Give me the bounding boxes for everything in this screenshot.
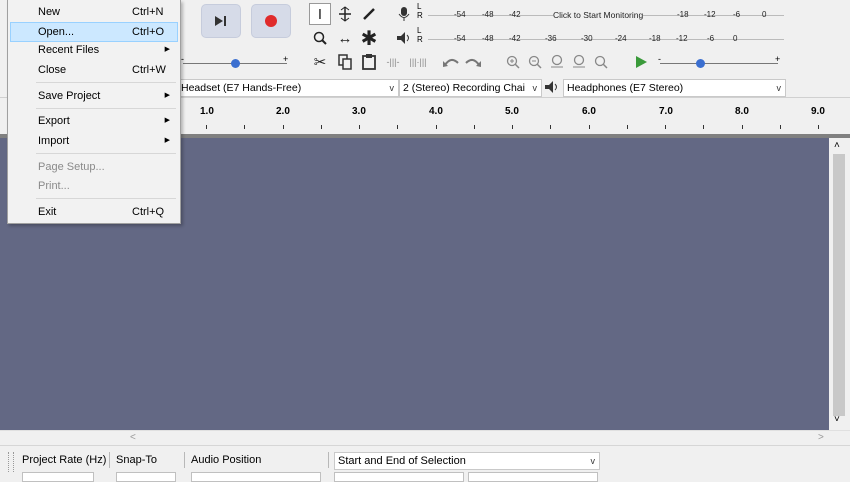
zoom-in-icon[interactable] xyxy=(502,51,524,73)
project-rate-field[interactable] xyxy=(22,472,94,482)
menu-item-page-setup[interactable]: Page Setup... xyxy=(10,157,178,177)
playback-speed-slider[interactable]: - + xyxy=(181,54,291,71)
speaker-device-icon xyxy=(544,80,560,97)
selection-start-field[interactable] xyxy=(334,472,464,482)
snap-to-label: Snap-To xyxy=(116,454,157,466)
scroll-right-icon[interactable]: > xyxy=(818,432,824,443)
zoom-toggle-icon[interactable] xyxy=(590,51,612,73)
cut-icon[interactable]: ✂ xyxy=(309,51,331,73)
selection-mode-select[interactable]: Start and End of Selection v xyxy=(334,452,600,470)
skip-end-icon xyxy=(215,16,226,26)
scroll-left-icon[interactable]: < xyxy=(130,432,136,443)
project-rate-label: Project Rate (Hz) xyxy=(22,454,107,466)
playback-meter[interactable]: -54 -48 -42 -36 -30 -24 -18 -12 -6 0 xyxy=(428,28,784,48)
submenu-arrow-icon: ▶ xyxy=(164,46,170,53)
speaker-icon[interactable] xyxy=(393,27,415,49)
record-meter[interactable]: -54 -48 -42 Click to Start Monitoring -1… xyxy=(428,4,784,24)
draw-tool-icon[interactable] xyxy=(358,3,380,25)
envelope-tool-icon[interactable] xyxy=(334,3,356,25)
multi-tool-icon[interactable]: ✱ xyxy=(358,27,380,50)
time-shift-tool-icon[interactable]: ↔ xyxy=(334,27,356,49)
undo-icon[interactable] xyxy=(440,51,462,73)
menu-item-recent-files[interactable]: Recent Files ▶ xyxy=(10,40,178,60)
silence-audio-icon[interactable]: |||·||| xyxy=(407,51,429,73)
redo-icon[interactable] xyxy=(462,51,484,73)
submenu-arrow-icon: ▶ xyxy=(164,92,170,99)
record-meter-lr: LR xyxy=(417,2,423,20)
playback-device-select[interactable]: Headphones (E7 Stereo) v xyxy=(563,79,786,97)
play-at-speed-icon[interactable] xyxy=(630,51,652,73)
record-meter-hint: Click to Start Monitoring xyxy=(553,10,644,20)
selection-toolbar: Project Rate (Hz) Snap-To Audio Position… xyxy=(0,445,850,482)
menu-item-save-project[interactable]: Save Project ▶ xyxy=(10,86,178,106)
menu-item-open[interactable]: Open... Ctrl+O xyxy=(10,22,178,42)
audio-position-label: Audio Position xyxy=(191,454,262,466)
play-meter-lr: LR xyxy=(417,26,423,44)
fit-project-icon[interactable] xyxy=(568,51,590,73)
vertical-scrollbar[interactable]: ˄ ˅ xyxy=(829,138,850,430)
skip-to-end-button[interactable] xyxy=(201,4,241,38)
copy-icon[interactable] xyxy=(334,51,356,73)
menu-item-close[interactable]: Close Ctrl+W xyxy=(10,60,178,80)
menu-item-print[interactable]: Print... xyxy=(10,176,178,196)
scroll-thumb[interactable] xyxy=(833,154,845,416)
audio-position-field[interactable] xyxy=(191,472,321,482)
scroll-down-icon[interactable]: ˅ xyxy=(834,414,840,425)
submenu-arrow-icon: ▶ xyxy=(164,117,170,124)
menu-item-exit[interactable]: Exit Ctrl+Q xyxy=(10,202,178,222)
menu-separator xyxy=(36,108,176,109)
record-icon xyxy=(265,15,277,27)
submenu-arrow-icon: ▶ xyxy=(164,137,170,144)
recording-channels-select[interactable]: 2 (Stereo) Recording Chai v xyxy=(399,79,542,97)
record-button[interactable] xyxy=(251,4,291,38)
paste-icon[interactable] xyxy=(358,51,380,73)
zoom-tool-icon[interactable] xyxy=(309,27,331,49)
selection-end-field[interactable] xyxy=(468,472,598,482)
menu-separator xyxy=(36,153,176,154)
menu-item-export[interactable]: Export ▶ xyxy=(10,111,178,131)
fit-selection-icon[interactable] xyxy=(546,51,568,73)
selection-tool-icon[interactable]: I xyxy=(309,3,331,25)
play-at-speed-slider[interactable]: - + xyxy=(658,54,782,71)
menu-separator xyxy=(36,82,176,83)
menu-item-new[interactable]: New Ctrl+N xyxy=(10,2,178,22)
snap-to-field[interactable] xyxy=(116,472,176,482)
trim-audio-icon[interactable]: -|||- xyxy=(382,51,404,73)
scroll-up-icon[interactable]: ˄ xyxy=(834,140,840,151)
zoom-out-icon[interactable] xyxy=(524,51,546,73)
menu-item-import[interactable]: Import ▶ xyxy=(10,131,178,151)
microphone-icon[interactable] xyxy=(393,3,415,25)
recording-device-select[interactable]: Headset (E7 Hands-Free) v xyxy=(177,79,399,97)
file-menu: New Ctrl+N Open... Ctrl+O Recent Files ▶ Cl… xyxy=(7,0,181,224)
horizontal-scrollbar[interactable]: < > xyxy=(0,430,850,446)
menu-separator xyxy=(36,198,176,199)
